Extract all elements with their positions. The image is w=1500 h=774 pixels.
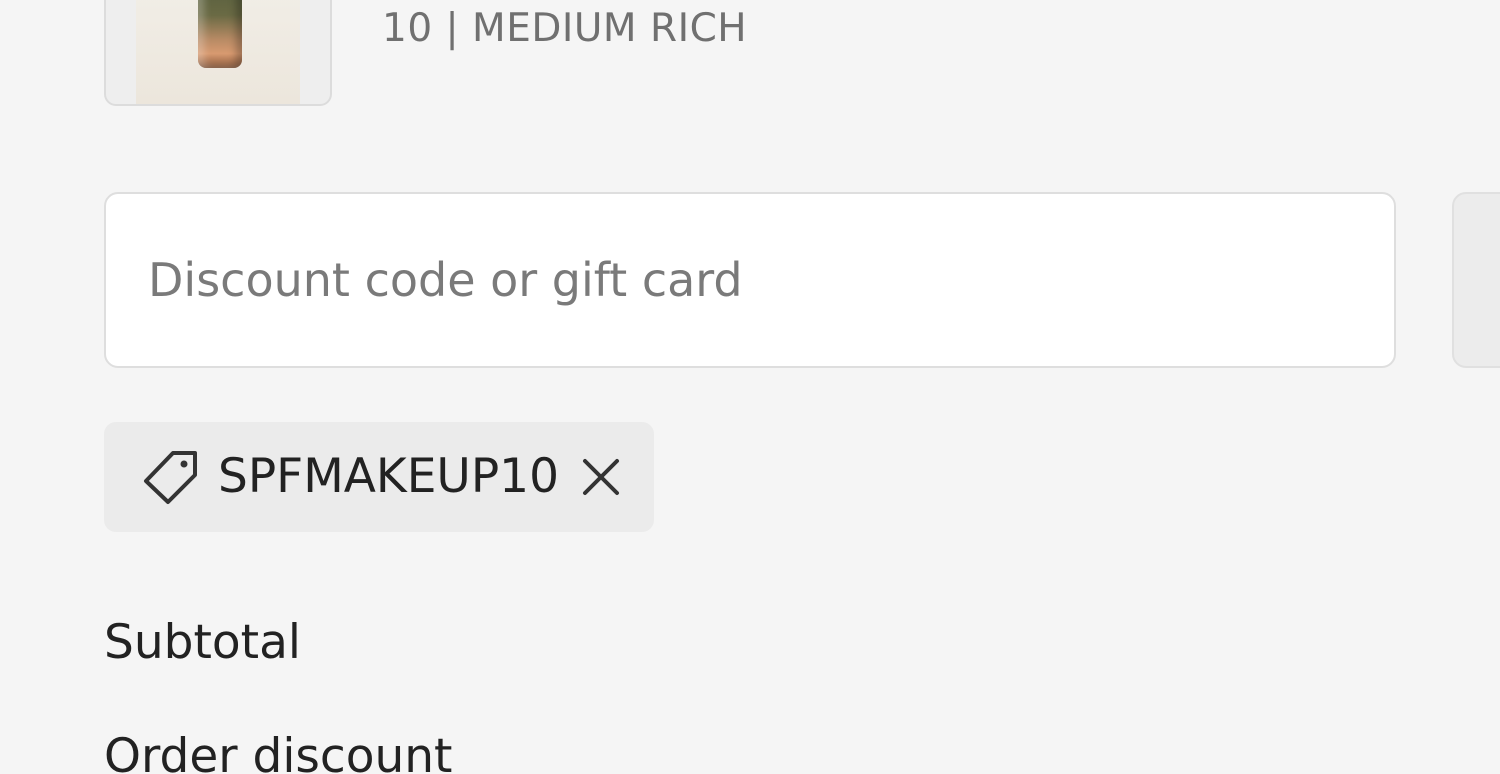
discount-code-text: SPFMAKEUP10 (218, 449, 559, 504)
order-summary-panel: 10 | MEDIUM RICH SPFMAKEUP10 Subtotal Or… (0, 0, 1500, 774)
tag-icon (144, 451, 197, 504)
apply-discount-button[interactable] (1452, 192, 1500, 368)
product-image (136, 0, 300, 104)
order-discount-label: Order discount (104, 729, 453, 774)
discount-code-input[interactable] (104, 192, 1396, 368)
subtotal-label: Subtotal (104, 615, 301, 670)
applied-discount-tag: SPFMAKEUP10 (104, 422, 654, 532)
product-bottle-image (198, 0, 242, 68)
product-thumbnail (104, 0, 332, 106)
product-variant-label: 10 | MEDIUM RICH (382, 6, 748, 51)
close-icon[interactable] (576, 452, 626, 502)
